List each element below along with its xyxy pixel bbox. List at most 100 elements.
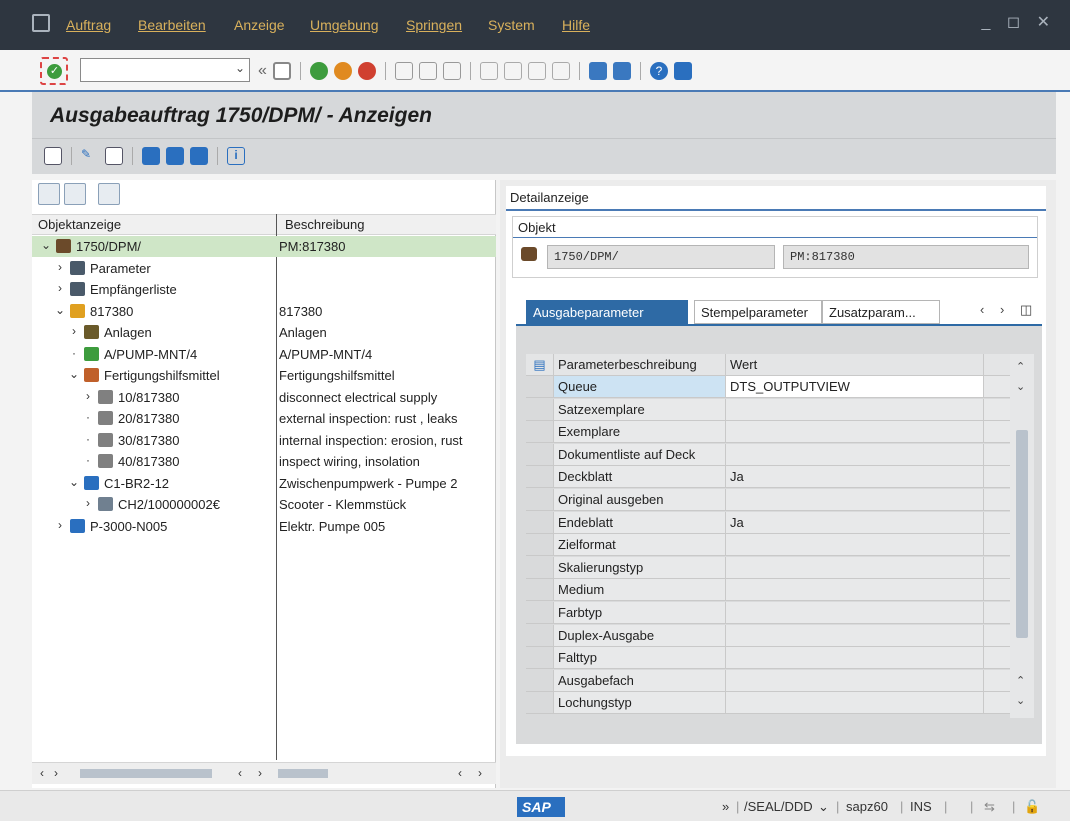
enter-button[interactable]: ✓ — [40, 57, 68, 85]
tree-row[interactable]: ⌄ Fertigungshilfsmittel Fertigungshilfsmit… — [32, 365, 496, 386]
grid-settings-icon[interactable]: ▤ — [526, 354, 554, 376]
status-mode[interactable]: INS — [910, 799, 932, 814]
scroll-left-icon[interactable]: ‹ — [40, 766, 44, 780]
expander-icon[interactable]: · — [82, 453, 94, 467]
tab-list-icon[interactable]: ◫ — [1020, 302, 1032, 318]
grid-row[interactable]: Endeblatt Ja — [526, 511, 1020, 534]
scroll-right-icon[interactable]: › — [54, 766, 58, 780]
param-value[interactable] — [726, 647, 984, 670]
param-value[interactable] — [726, 624, 984, 647]
row-selector[interactable] — [526, 602, 554, 624]
row-selector[interactable] — [526, 443, 554, 466]
chevron-down-icon[interactable]: ⌄ — [818, 799, 829, 815]
tree-node-label[interactable]: 817380 — [90, 304, 276, 319]
edit-icon[interactable]: ✎ — [81, 147, 99, 165]
back-icon[interactable] — [309, 62, 328, 80]
param-value[interactable] — [726, 534, 984, 557]
column-param-description[interactable]: Parameterbeschreibung — [554, 354, 726, 376]
shortcut-icon[interactable] — [612, 62, 631, 80]
param-value[interactable] — [726, 443, 984, 466]
find-icon[interactable] — [166, 147, 184, 165]
tab-zusatzparam[interactable]: Zusatzparam... — [822, 300, 940, 324]
tree-row[interactable]: ⌄ 1750/DPM/PM:817380 — [32, 236, 496, 257]
row-selector[interactable] — [526, 511, 554, 534]
app-menu-icon[interactable] — [32, 14, 50, 32]
row-selector[interactable] — [526, 376, 554, 398]
tree-row[interactable]: › 10/817380 disconnect electrical supply — [32, 387, 496, 408]
tree-node-label[interactable]: CH2/100000002€ — [118, 497, 276, 512]
menu-hilfe[interactable]: Hilfe — [562, 17, 590, 33]
grid-row[interactable]: Dokumentliste auf Deck — [526, 443, 1020, 466]
tree-row[interactable]: ⌄ 817380 817380 — [32, 301, 496, 322]
scroll-left-icon[interactable]: ‹ — [458, 766, 462, 780]
layout-menu-icon[interactable] — [673, 62, 692, 80]
tree-node-label[interactable]: Parameter — [90, 261, 276, 276]
scroll-up-icon[interactable]: ⌃ — [1016, 674, 1025, 687]
tab-prev-icon[interactable]: ‹ — [980, 302, 984, 317]
tree-node-label[interactable]: Anlagen — [104, 325, 276, 340]
column-value[interactable]: Wert — [726, 354, 984, 376]
tree-row[interactable]: › P-3000-N005 Elektr. Pumpe 005 — [32, 516, 496, 537]
last-page-icon[interactable] — [551, 62, 570, 80]
collapse-all-icon[interactable] — [98, 183, 120, 205]
tree-row[interactable]: · 40/817380 inspect wiring, insolation — [32, 451, 496, 472]
column-object[interactable]: Objektanzeige — [38, 217, 121, 232]
save-icon[interactable] — [272, 62, 291, 80]
grid-row[interactable]: Farbtyp — [526, 602, 1020, 624]
first-page-icon[interactable] — [479, 62, 498, 80]
row-selector[interactable] — [526, 669, 554, 692]
collapse-icon[interactable]: « — [258, 62, 267, 80]
print-icon[interactable] — [44, 147, 62, 165]
menu-bearbeiten[interactable]: Bearbeiten — [138, 17, 206, 33]
tree-row[interactable]: ⌄ C1-BR2-12 Zwischenpumpwerk - Pumpe 2 — [32, 473, 496, 494]
row-selector[interactable] — [526, 692, 554, 715]
tab-ausgabeparameter[interactable]: Ausgabeparameter — [526, 300, 688, 324]
grid-row[interactable]: Duplex-Ausgabe — [526, 624, 1020, 647]
menu-umgebung[interactable]: Umgebung — [310, 17, 379, 33]
cancel-icon[interactable] — [357, 62, 376, 80]
expander-icon[interactable]: ⌄ — [68, 367, 80, 381]
scroll-thumb[interactable] — [80, 769, 212, 778]
menu-auftrag[interactable]: Auftrag — [66, 17, 111, 33]
tree-row[interactable]: › CH2/100000002€ Scooter - Klemmstück — [32, 494, 496, 515]
row-selector[interactable] — [526, 421, 554, 444]
info-icon[interactable]: i — [227, 147, 245, 165]
exit-icon[interactable] — [333, 62, 352, 80]
tree-row[interactable]: › Anlagen Anlagen — [32, 322, 496, 343]
horizontal-scrollbar[interactable]: ‹ › ‹ › ‹ › — [32, 762, 496, 784]
grid-row[interactable]: Zielformat — [526, 534, 1020, 557]
expander-icon[interactable]: · — [82, 410, 94, 424]
vertical-scrollbar[interactable]: ⌃ ⌄ ⌃ ⌄ — [1010, 354, 1034, 718]
param-value[interactable] — [726, 692, 984, 715]
tree-row[interactable]: › Parameter — [32, 258, 496, 279]
expander-icon[interactable]: › — [82, 496, 94, 510]
grid-row[interactable]: Medium — [526, 579, 1020, 602]
param-value[interactable] — [726, 421, 984, 444]
expander-icon[interactable]: › — [54, 281, 66, 295]
tree-node-label[interactable]: Empfängerliste — [90, 282, 276, 297]
tree-row[interactable]: · 30/817380 internal inspection: erosion, … — [32, 430, 496, 451]
status-toggle[interactable]: » — [722, 799, 729, 814]
expander-icon[interactable]: › — [54, 518, 66, 532]
grid-row[interactable]: Satzexemplare — [526, 398, 1020, 421]
tree-node-label[interactable]: 20/817380 — [118, 411, 276, 426]
find-next-icon[interactable] — [442, 62, 461, 80]
row-selector[interactable] — [526, 466, 554, 489]
tree-row[interactable]: · A/PUMP-MNT/4 A/PUMP-MNT/4 — [32, 344, 496, 365]
scroll-left-icon[interactable]: ‹ — [238, 766, 242, 780]
expander-icon[interactable]: · — [82, 432, 94, 446]
param-value[interactable]: Ja — [726, 466, 984, 489]
menu-springen[interactable]: Springen — [406, 17, 462, 33]
expander-icon[interactable]: · — [68, 346, 80, 360]
new-session-icon[interactable] — [588, 62, 607, 80]
status-system[interactable]: /SEAL/DDD — [744, 799, 813, 814]
param-value[interactable] — [726, 669, 984, 692]
tab-stempelparameter[interactable]: Stempelparameter — [694, 300, 822, 324]
scroll-up-icon[interactable]: ⌃ — [1016, 360, 1025, 373]
expander-icon[interactable]: › — [82, 389, 94, 403]
param-value[interactable]: DTS_OUTPUTVIEW — [726, 376, 984, 398]
lock-icon[interactable]: 🔓 — [1024, 799, 1040, 815]
grid-row[interactable]: Deckblatt Ja — [526, 466, 1020, 489]
expander-icon[interactable]: › — [68, 324, 80, 338]
sort-icon[interactable] — [190, 147, 208, 165]
